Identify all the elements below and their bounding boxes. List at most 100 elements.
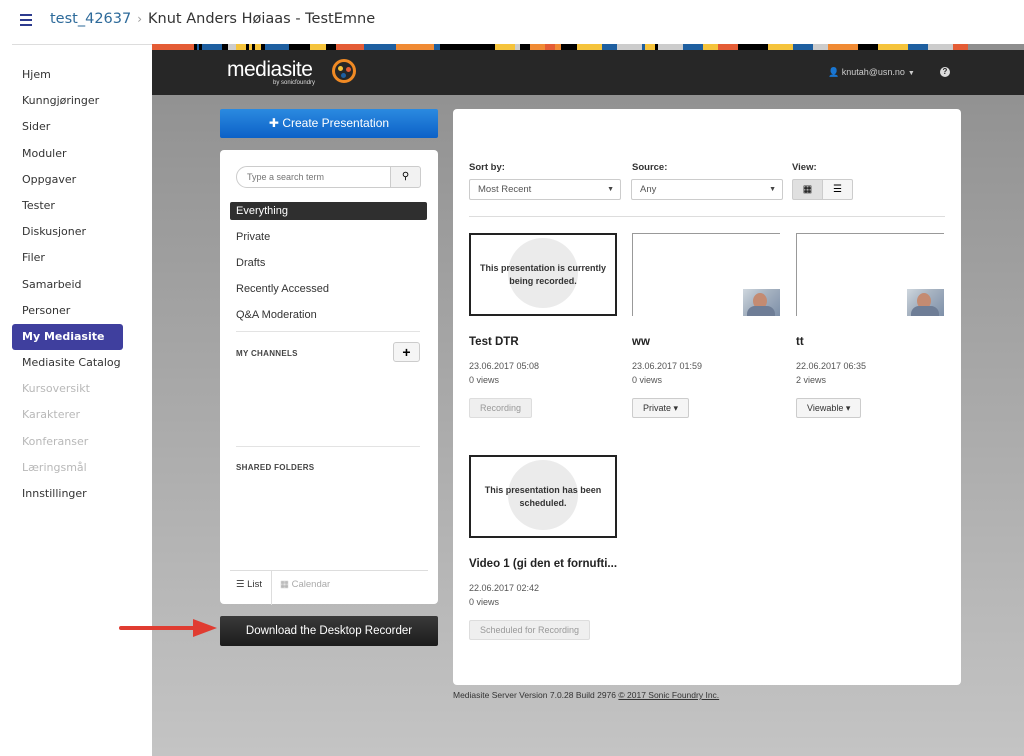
nav-item-kunngjoringer[interactable]: Kunngjøringer — [12, 88, 152, 114]
search-button[interactable]: ⚲ — [390, 166, 421, 188]
view-label: View: — [792, 162, 817, 173]
presentation-date: 22.06.2017 02:42 — [469, 583, 540, 593]
presentation-date: 22.06.2017 06:35 — [796, 361, 867, 371]
mediasite-logo-icon — [332, 59, 356, 83]
presentation-thumbnail[interactable] — [796, 233, 944, 316]
mediasite-logo[interactable]: mediasite by sonicfoundry — [227, 58, 356, 86]
presentation-views: 0 views — [469, 597, 500, 607]
presentation-title[interactable]: tt — [796, 336, 946, 348]
nav-item-samarbeid[interactable]: Samarbeid — [12, 272, 152, 298]
list-icon: ☰ — [236, 579, 245, 590]
presentation-card[interactable]: This presentation has been scheduled. Vi… — [469, 455, 619, 640]
hamburger-menu-icon[interactable] — [20, 14, 32, 26]
presentation-views: 2 views — [796, 375, 827, 385]
source-select[interactable]: Any ▼ — [631, 179, 783, 200]
tab-list-label: List — [247, 579, 262, 590]
nav-item-filer[interactable]: Filer — [12, 245, 152, 271]
mediasite-frame: mediasite by sonicfoundry 👤 knutah@usn.n… — [152, 44, 1024, 756]
annotation-arrow-icon — [119, 619, 217, 637]
user-menu[interactable]: 👤 knutah@usn.no ▼ — [828, 67, 915, 78]
nav-item-innstillinger[interactable]: Innstillinger — [12, 481, 152, 507]
my-channels-heading: MY CHANNELS — [236, 349, 298, 358]
list-icon: ☰ — [833, 184, 842, 195]
presentation-thumbnail[interactable]: This presentation has been scheduled. — [469, 455, 617, 538]
presentation-thumbnail[interactable] — [632, 233, 780, 316]
nav-item-personer[interactable]: Personer — [12, 298, 152, 324]
chevron-right-icon: › — [137, 12, 143, 26]
thumbnail-message: This presentation is currently being rec… — [479, 263, 607, 286]
source-value: Any — [640, 184, 657, 195]
presentation-views: 0 views — [469, 375, 500, 385]
nav-item-my-mediasite[interactable]: My Mediasite — [12, 323, 123, 351]
breadcrumb: test_42637 › Knut Anders Høiaas - TestEmne — [50, 11, 375, 27]
nav-item-moduler[interactable]: Moduler — [12, 141, 152, 167]
search-icon: ⚲ — [401, 171, 410, 182]
library-filter-panel: ⚲ Everything Private Drafts Recently Acc… — [220, 150, 438, 605]
divider — [271, 571, 272, 605]
search-box: ⚲ — [236, 166, 422, 188]
nav-item-hjem[interactable]: Hjem — [12, 62, 152, 88]
thumbnail-message: This presentation has been scheduled. — [484, 485, 602, 508]
shared-folders-heading: SHARED FOLDERS — [236, 463, 315, 472]
filter-drafts[interactable]: Drafts — [230, 254, 427, 272]
logo-byline: by sonicfoundry — [273, 80, 316, 86]
filter-everything[interactable]: Everything — [230, 202, 427, 220]
user-email: knutah@usn.no — [841, 67, 905, 77]
filter-private[interactable]: Private — [230, 228, 427, 246]
nav-item-laeringsmal[interactable]: Læringsmål — [12, 455, 152, 481]
help-icon[interactable]: ? — [940, 67, 950, 77]
caret-down-icon: ▼ — [907, 70, 915, 77]
grid-view-button[interactable]: ▦ — [792, 179, 823, 200]
nav-item-oppgaver[interactable]: Oppgaver — [12, 167, 152, 193]
filter-qa-moderation[interactable]: Q&A Moderation — [230, 306, 427, 324]
tab-list[interactable]: ☰ List — [236, 579, 262, 590]
presentation-card[interactable]: ww 23.06.2017 01:59 0 views Private ▾ — [632, 233, 782, 418]
caret-down-icon: ▼ — [769, 186, 776, 193]
sort-select[interactable]: Most Recent ▼ — [469, 179, 621, 200]
nav-item-karakterer[interactable]: Karakterer — [12, 402, 152, 428]
divider — [236, 446, 420, 447]
nav-item-diskusjoner[interactable]: Diskusjoner — [12, 219, 152, 245]
footer: Mediasite Server Version 7.0.28 Build 29… — [453, 690, 719, 700]
calendar-icon: ▦ — [280, 579, 289, 590]
visibility-dropdown-button[interactable]: Private ▾ — [632, 398, 690, 418]
breadcrumb-course-link[interactable]: test_42637 — [50, 11, 131, 27]
nav-item-kursoversikt[interactable]: Kursoversikt — [12, 376, 152, 402]
presentation-title[interactable]: ww — [632, 336, 782, 348]
grid-icon: ▦ — [802, 184, 813, 195]
course-nav: Hjem Kunngjøringer Sider Moduler Oppgave… — [12, 62, 152, 507]
tab-calendar[interactable]: ▦ Calendar — [280, 579, 330, 590]
breadcrumb-current: Knut Anders Høiaas - TestEmne — [148, 11, 376, 27]
add-channel-button[interactable]: + — [393, 342, 420, 362]
nav-item-tester[interactable]: Tester — [12, 193, 152, 219]
plus-icon: + — [402, 344, 411, 360]
divider — [236, 331, 420, 332]
mediasite-header: mediasite by sonicfoundry 👤 knutah@usn.n… — [152, 50, 1024, 95]
source-label: Source: — [632, 162, 668, 173]
download-desktop-recorder-button[interactable]: Download the Desktop Recorder — [220, 616, 438, 646]
divider — [12, 44, 152, 45]
presentation-date: 23.06.2017 01:59 — [632, 361, 703, 371]
presentation-date: 23.06.2017 05:08 — [469, 361, 540, 371]
presentation-card[interactable]: This presentation is currently being rec… — [469, 233, 619, 418]
create-presentation-button[interactable]: ✚ Create Presentation — [220, 109, 438, 138]
sort-value: Most Recent — [478, 184, 532, 195]
search-input[interactable] — [236, 166, 391, 188]
filter-recently-accessed[interactable]: Recently Accessed — [230, 280, 427, 298]
nav-item-sider[interactable]: Sider — [12, 114, 152, 140]
presentation-card[interactable]: tt 22.06.2017 06:35 2 views Viewable ▾ — [796, 233, 946, 418]
presentation-title[interactable]: Test DTR — [469, 336, 619, 348]
nav-item-mediasite-catalog[interactable]: Mediasite Catalog — [12, 350, 152, 376]
list-view-button[interactable]: ☰ — [822, 179, 853, 200]
copyright-link[interactable]: © 2017 Sonic Foundry Inc. — [618, 690, 719, 700]
divider — [469, 216, 945, 217]
visibility-dropdown-button[interactable]: Viewable ▾ — [796, 398, 862, 418]
presentation-title[interactable]: Video 1 (gi den et fornufti... — [469, 558, 619, 570]
presentations-panel: Sort by: Most Recent ▼ Source: Any ▼ View:… — [453, 109, 961, 685]
create-presentation-label: Create Presentation — [282, 116, 390, 130]
presentation-thumbnail[interactable]: This presentation is currently being rec… — [469, 233, 617, 316]
status-button[interactable]: Scheduled for Recording — [469, 620, 591, 640]
status-button[interactable]: Recording — [469, 398, 533, 418]
nav-item-konferanser[interactable]: Konferanser — [12, 429, 152, 455]
presenter-video-thumbnail — [743, 289, 780, 316]
